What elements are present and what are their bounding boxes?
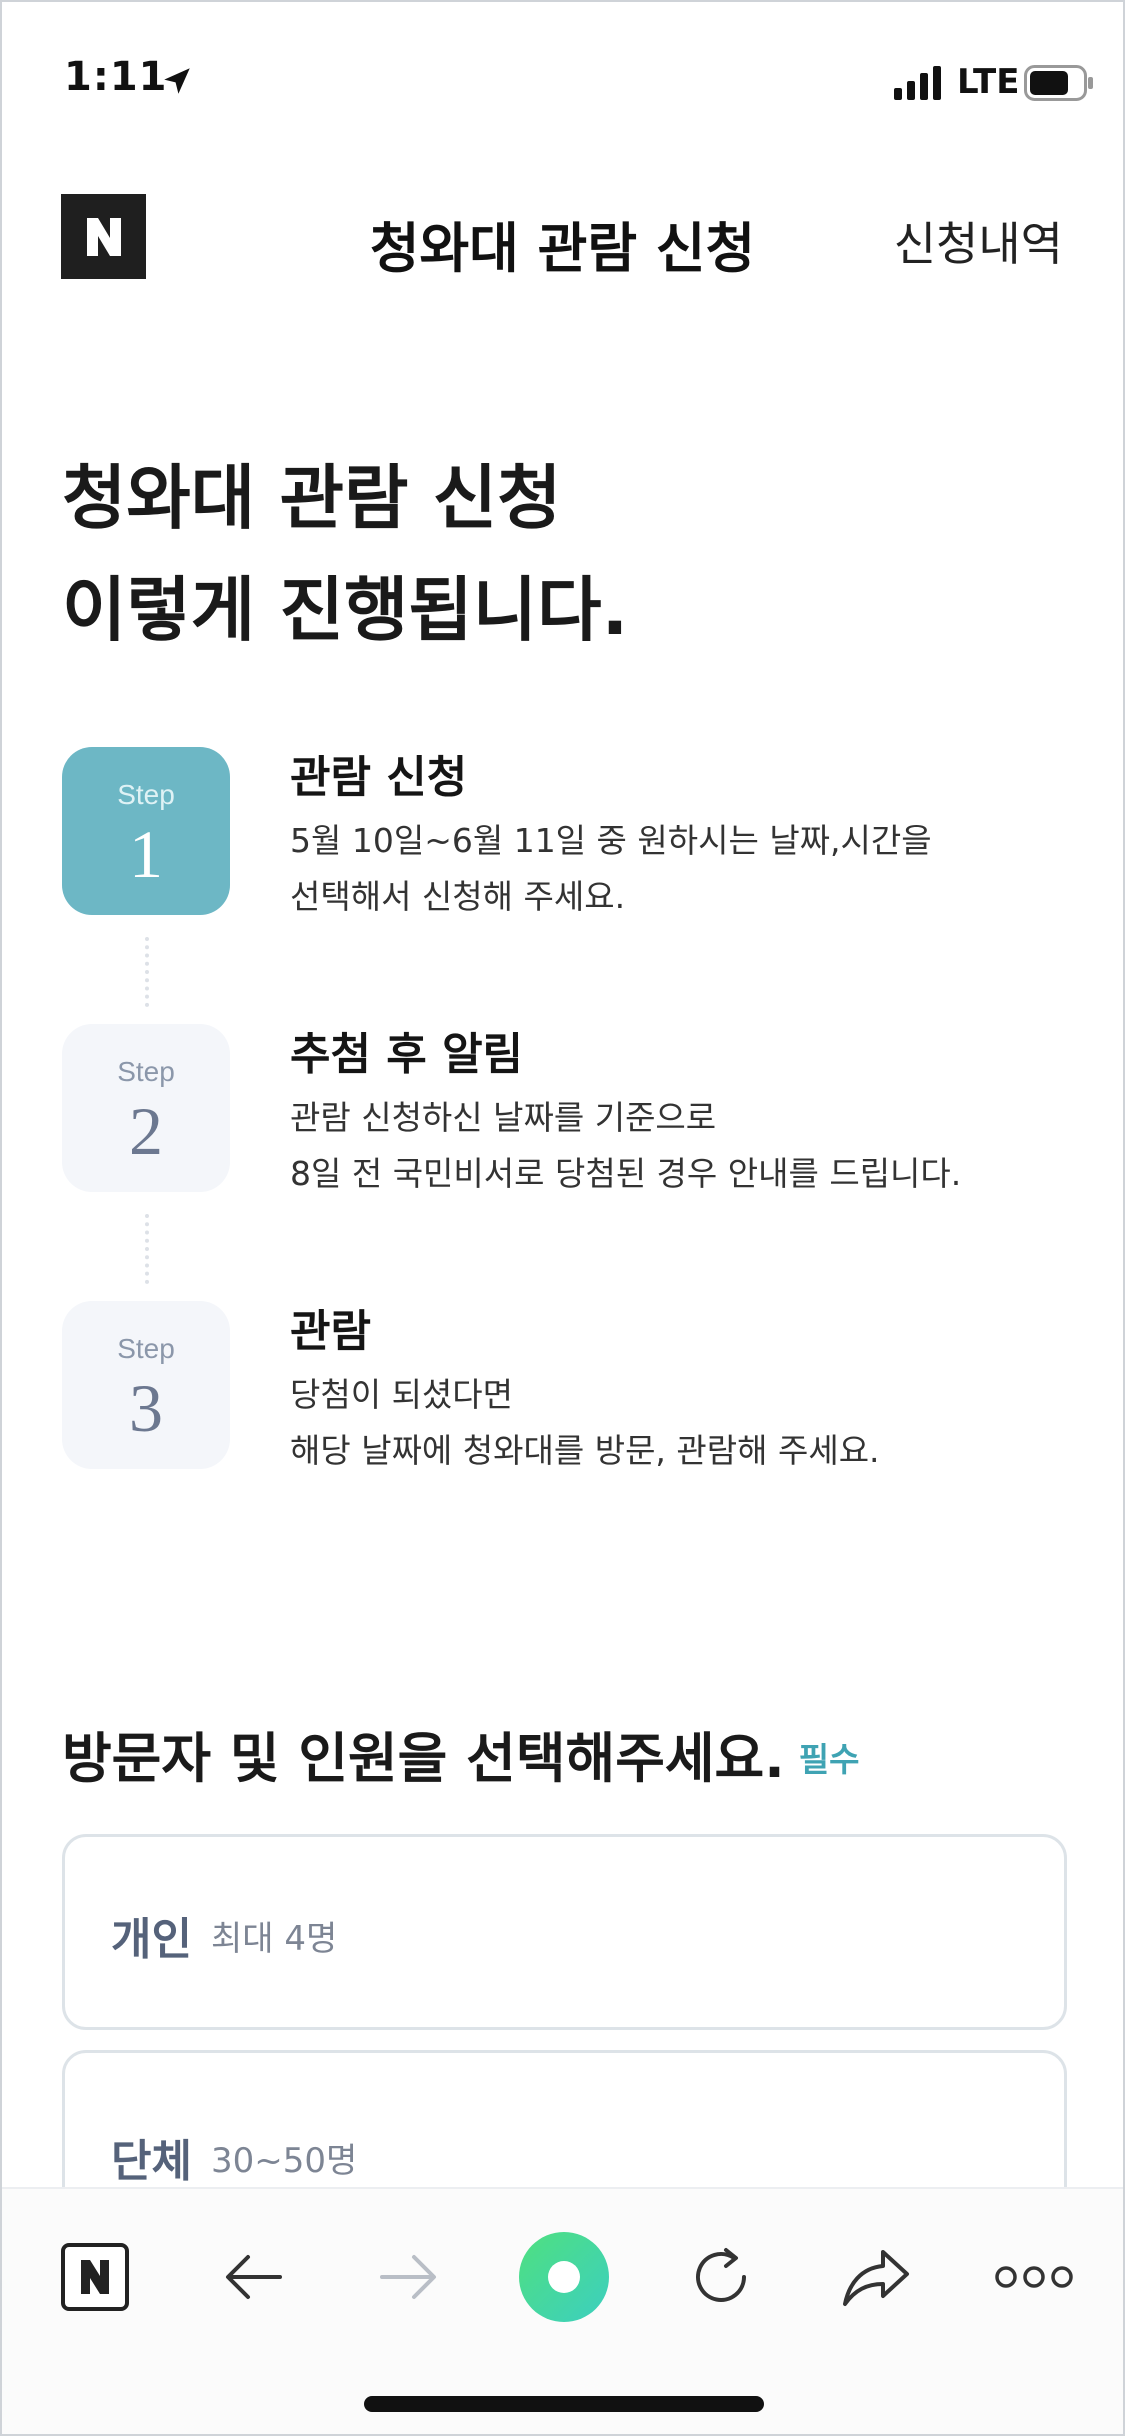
step-3-badge: Step 3 <box>62 1301 230 1469</box>
step-title: 관람 <box>290 1306 371 1357</box>
intro-heading: 청와대 관람 신청 이렇게 진행됩니다. <box>62 442 628 666</box>
signal-icon <box>894 66 941 100</box>
naver-home-button[interactable] <box>47 2229 143 2325</box>
option-label: 단체 <box>111 2136 192 2187</box>
back-button[interactable] <box>206 2229 302 2325</box>
forward-button[interactable] <box>360 2229 456 2325</box>
step-desc-line-1: 관람 신청하신 날짜를 기준으로 <box>290 1098 717 1137</box>
share-button[interactable] <box>828 2229 924 2325</box>
green-dot-button[interactable] <box>516 2229 612 2325</box>
required-badge: 필수 <box>798 1740 860 1779</box>
status-bar: 1:11 LTE <box>2 2 1123 162</box>
step-1: Step 1 관람 신청 5월 10일~6월 11일 중 원하시는 날짜,시간을… <box>62 747 1062 947</box>
option-label: 개인 <box>111 1914 192 1965</box>
home-indicator[interactable] <box>364 2396 764 2412</box>
share-icon <box>843 2250 909 2306</box>
step-label: Step <box>117 1056 175 1087</box>
step-title: 추첨 후 알림 <box>290 1029 524 1080</box>
step-desc-line-1: 5월 10일~6월 11일 중 원하시는 날짜,시간을 <box>290 821 932 860</box>
option-individual[interactable]: 개인 최대 4명 <box>62 1834 1067 2030</box>
app-screen: 1:11 LTE 청와대 관람 신청 신청내역 청와대 관람 신청 이렇게 진행… <box>0 0 1125 2436</box>
step-number: 2 <box>129 1093 163 1169</box>
app-header: 청와대 관람 신청 신청내역 <box>2 192 1123 282</box>
step-number: 3 <box>129 1370 163 1446</box>
intro-line-1: 청와대 관람 신청 <box>62 457 562 539</box>
visitor-section-title: 방문자 및 인원을 선택해주세요. 필수 <box>62 1714 860 1793</box>
option-sub: 최대 4명 <box>211 1919 338 1959</box>
step-number: 1 <box>129 816 163 892</box>
step-desc-line-2: 8일 전 국민비서로 당첨된 경우 안내를 드립니다. <box>290 1154 962 1193</box>
intro-line-2: 이렇게 진행됩니다. <box>62 569 629 651</box>
step-3: Step 3 관람 당첨이 되셨다면 해당 날짜에 청와대를 방문, 관람해 주… <box>62 1301 1062 1501</box>
forward-arrow-icon <box>380 2255 436 2299</box>
green-dot-icon <box>519 2232 609 2322</box>
step-2-badge: Step 2 <box>62 1024 230 1192</box>
step-connector <box>145 1214 149 1284</box>
history-link[interactable]: 신청내역 <box>894 208 1063 274</box>
step-label: Step <box>117 779 175 810</box>
more-icon <box>995 2266 1073 2288</box>
step-3-text: 관람 당첨이 되셨다면 해당 날짜에 청와대를 방문, 관람해 주세요. <box>290 1301 880 1479</box>
step-label: Step <box>117 1333 175 1364</box>
visitor-section-heading: 방문자 및 인원을 선택해주세요. <box>62 1727 785 1790</box>
more-button[interactable] <box>986 2229 1082 2325</box>
step-desc-line-2: 해당 날짜에 청와대를 방문, 관람해 주세요. <box>290 1431 880 1470</box>
network-label: LTE <box>957 62 1020 102</box>
refresh-button[interactable] <box>673 2229 769 2325</box>
step-desc-line-2: 선택해서 신청해 주세요. <box>290 877 626 916</box>
location-arrow-icon <box>164 68 190 94</box>
back-arrow-icon <box>226 2255 282 2299</box>
step-2: Step 2 추첨 후 알림 관람 신청하신 날짜를 기준으로 8일 전 국민비… <box>62 1024 1062 1224</box>
battery-icon <box>1024 65 1093 101</box>
step-title: 관람 신청 <box>290 752 468 803</box>
step-1-badge: Step 1 <box>62 747 230 915</box>
status-time: 1:11 <box>64 54 168 100</box>
naver-home-icon <box>61 2243 129 2311</box>
step-2-text: 추첨 후 알림 관람 신청하신 날짜를 기준으로 8일 전 국민비서로 당첨된 … <box>290 1024 961 1202</box>
step-1-text: 관람 신청 5월 10일~6월 11일 중 원하시는 날짜,시간을 선택해서 신… <box>290 747 932 925</box>
refresh-icon <box>696 2248 746 2302</box>
step-desc-line-1: 당첨이 되셨다면 <box>290 1375 514 1414</box>
option-sub: 30~50명 <box>211 2141 358 2181</box>
step-connector <box>145 937 149 1007</box>
